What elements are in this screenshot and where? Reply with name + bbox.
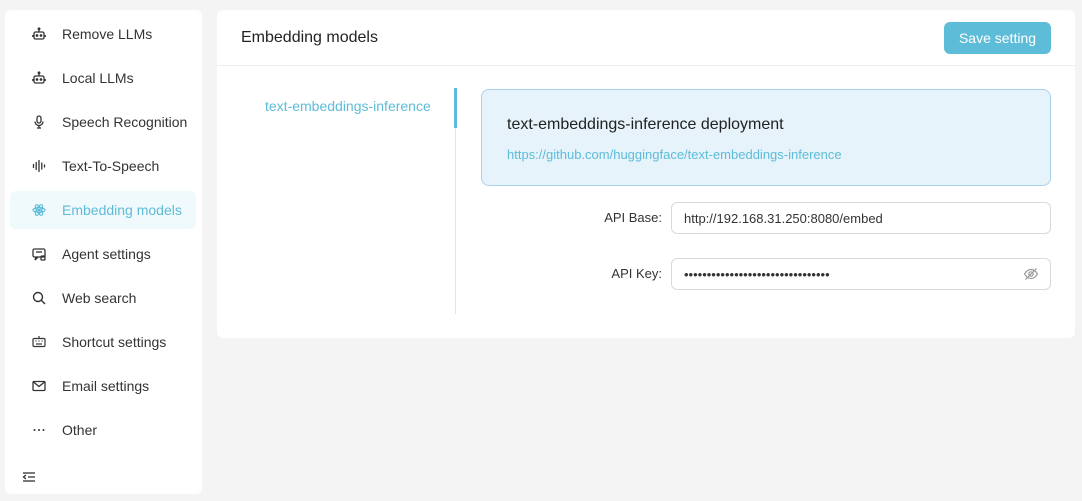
microphone-icon bbox=[32, 115, 46, 129]
sidebar-item-local-llms[interactable]: Local LLMs bbox=[10, 59, 196, 97]
menu-fold-icon[interactable] bbox=[21, 469, 37, 485]
api-base-label: API Base: bbox=[604, 210, 662, 225]
api-key-label: API Key: bbox=[611, 266, 662, 281]
sidebar-item-label: Shortcut settings bbox=[62, 334, 167, 350]
sidebar-item-label: Text-To-Speech bbox=[62, 158, 160, 174]
sidebar-item-label: Agent settings bbox=[62, 246, 151, 262]
sidebar-item-text-to-speech[interactable]: Text-To-Speech bbox=[10, 147, 196, 185]
sidebar-item-label: Local LLMs bbox=[62, 70, 134, 86]
active-tab-indicator bbox=[454, 88, 457, 128]
mail-icon bbox=[32, 379, 46, 393]
atom-icon bbox=[32, 203, 46, 217]
sidebar-item-label: Web search bbox=[62, 290, 137, 306]
sidebar-item-label: Remove LLMs bbox=[62, 26, 153, 42]
sidebar-item-label: Email settings bbox=[62, 378, 150, 394]
main-panel: Embedding models Save setting text-embed… bbox=[217, 10, 1075, 338]
sidebar-item-web-search[interactable]: Web search bbox=[10, 279, 196, 317]
ellipsis-icon bbox=[32, 423, 46, 437]
eye-invisible-icon[interactable] bbox=[1023, 266, 1039, 282]
sidebar-item-agent-settings[interactable]: Agent settings bbox=[10, 235, 196, 273]
sidebar-item-label: Other bbox=[62, 422, 98, 438]
github-link[interactable]: https://github.com/huggingface/text-embe… bbox=[507, 147, 842, 162]
sidebar-item-remove-llms[interactable]: Remove LLMs bbox=[10, 15, 196, 53]
search-icon bbox=[32, 291, 46, 305]
keyboard-icon bbox=[32, 335, 46, 349]
agent-icon bbox=[32, 247, 46, 261]
save-setting-button[interactable]: Save setting bbox=[944, 22, 1051, 54]
tab-text-embeddings-inference[interactable]: text-embeddings-inference bbox=[265, 98, 431, 114]
provider-info-card: text-embeddings-inference deployment htt… bbox=[481, 89, 1051, 186]
sidebar-item-label: Embedding models bbox=[62, 202, 182, 218]
api-base-input[interactable] bbox=[671, 202, 1051, 234]
card-title: text-embeddings-inference deployment bbox=[507, 116, 784, 133]
panel-header: Embedding models Save setting bbox=[217, 10, 1075, 66]
sidebar-item-other[interactable]: Other bbox=[10, 411, 196, 449]
sidebar-item-embedding-models[interactable]: Embedding models bbox=[10, 191, 196, 229]
robot-icon bbox=[32, 71, 46, 85]
sidebar-item-label: Speech Recognition bbox=[62, 114, 188, 130]
soundwave-icon bbox=[32, 159, 46, 173]
sidebar-item-email-settings[interactable]: Email settings bbox=[10, 367, 196, 405]
sidebar-item-speech-recognition[interactable]: Speech Recognition bbox=[10, 103, 196, 141]
robot-icon bbox=[32, 27, 46, 41]
page-title: Embedding models bbox=[241, 29, 378, 46]
provider-tabs: text-embeddings-inference bbox=[217, 88, 457, 314]
sidebar: Remove LLMs Local LLMs Speech Recognitio… bbox=[5, 10, 202, 494]
api-key-input[interactable] bbox=[671, 258, 1051, 290]
sidebar-item-shortcut-settings[interactable]: Shortcut settings bbox=[10, 323, 196, 361]
